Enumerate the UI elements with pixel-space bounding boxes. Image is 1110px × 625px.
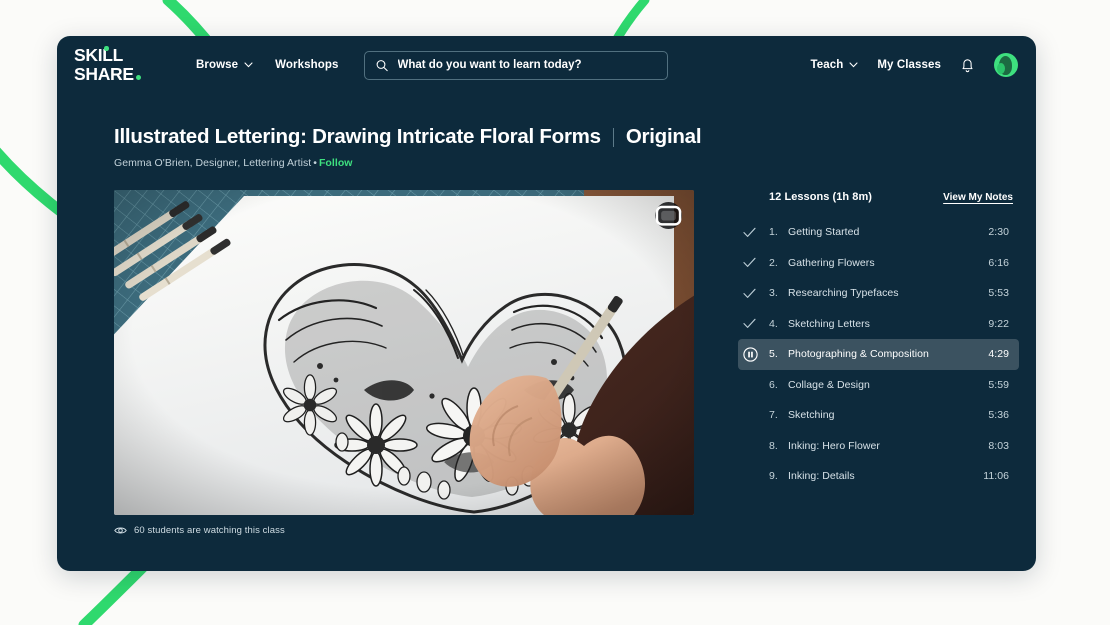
logo-line-1: Skill	[74, 45, 124, 65]
pause-icon[interactable]	[738, 347, 769, 362]
secondary-nav: Teach My Classes	[810, 53, 1018, 77]
lesson-duration: 8:03	[988, 439, 1009, 452]
video-column: 60 students are watching this class	[114, 190, 694, 536]
nav-item-teach[interactable]: Teach	[810, 59, 858, 71]
picture-in-picture-icon	[655, 205, 682, 226]
media-and-lessons: 60 students are watching this class 12 L…	[114, 190, 1019, 536]
lesson-number: 7.	[769, 409, 778, 422]
eye-icon	[114, 527, 127, 534]
lessons-count: 12 Lessons (1h 8m)	[769, 191, 872, 203]
logo-period-icon	[135, 74, 141, 80]
lesson-number: 6.	[769, 378, 778, 391]
lesson-title: Sketching	[788, 409, 835, 422]
lesson-row[interactable]: 9. Inking: Details 11:06	[738, 461, 1019, 492]
lesson-duration: 9:22	[988, 317, 1009, 330]
lesson-row[interactable]: 6. Collage & Design 5:59	[738, 370, 1019, 401]
check-icon	[738, 318, 769, 329]
nav-item-workshops[interactable]: Workshops	[275, 59, 338, 71]
lesson-number: 4.	[769, 317, 778, 330]
logo-dot-icon	[104, 46, 109, 51]
nav-item-browse[interactable]: Browse	[196, 59, 253, 71]
nav-item-my-classes[interactable]: My Classes	[877, 59, 941, 71]
lesson-row[interactable]: 1. Getting Started 2:30	[738, 217, 1019, 248]
lesson-row[interactable]: 7. Sketching 5:36	[738, 400, 1019, 431]
logo-line-2: share	[74, 65, 156, 84]
lesson-number: 8.	[769, 439, 778, 452]
lesson-row-active[interactable]: 5. Photographing & Composition 4:29	[738, 339, 1019, 370]
lesson-number: 2.	[769, 256, 778, 269]
lesson-title: Photographing & Composition	[788, 348, 929, 361]
chevron-down-icon	[244, 62, 253, 68]
lesson-title: Getting Started	[788, 226, 860, 239]
lesson-title: Collage & Design	[788, 378, 870, 391]
primary-nav: Browse Workshops	[196, 59, 338, 71]
watching-text: 60 students are watching this class	[134, 525, 285, 536]
lesson-row[interactable]: 3. Researching Typefaces 5:53	[738, 278, 1019, 309]
lesson-title: Inking: Hero Flower	[788, 439, 880, 452]
view-my-notes-link[interactable]: View My Notes	[943, 192, 1013, 203]
site-header: Skill share Browse Workshops Teach	[57, 36, 1036, 94]
nav-item-my-classes-label: My Classes	[877, 59, 941, 71]
chevron-down-icon	[849, 62, 858, 68]
title-divider	[612, 127, 614, 147]
lesson-duration: 6:16	[988, 256, 1009, 269]
search-icon	[377, 59, 389, 71]
lesson-title: Researching Typefaces	[788, 287, 899, 300]
lesson-row[interactable]: 2. Gathering Flowers 6:16	[738, 248, 1019, 279]
nav-item-browse-label: Browse	[196, 59, 239, 71]
lesson-duration: 4:29	[988, 348, 1009, 361]
check-icon	[738, 257, 769, 268]
notification-bell-icon[interactable]	[960, 57, 975, 74]
lesson-number: 9.	[769, 470, 778, 483]
lesson-title: Sketching Letters	[788, 317, 870, 330]
lesson-title: Gathering Flowers	[788, 256, 875, 269]
lesson-number: 1.	[769, 226, 778, 239]
nav-item-teach-label: Teach	[810, 59, 844, 71]
author-byline: Gemma O'Brien, Designer, Lettering Artis…	[114, 157, 1019, 169]
search-bar[interactable]	[364, 50, 669, 80]
lesson-duration: 2:30	[988, 226, 1009, 239]
lesson-duration: 5:53	[988, 287, 1009, 300]
lessons-panel: 12 Lessons (1h 8m) View My Notes 1. Gett…	[694, 190, 1019, 536]
check-icon	[738, 288, 769, 299]
byline-bullet: •	[313, 157, 317, 169]
main-content: Illustrated Lettering: Drawing Intricate…	[57, 125, 1036, 536]
follow-button[interactable]: Follow	[319, 157, 353, 169]
lesson-duration: 11:06	[983, 470, 1009, 483]
check-icon	[738, 227, 769, 238]
lesson-duration: 5:59	[988, 378, 1009, 391]
lesson-number: 5.	[769, 348, 778, 361]
lesson-duration: 5:36	[988, 409, 1009, 422]
lesson-title: Inking: Details	[788, 470, 855, 483]
nav-item-workshops-label: Workshops	[275, 59, 339, 71]
page-title: Illustrated Lettering: Drawing Intricate…	[114, 125, 601, 148]
lesson-row[interactable]: 4. Sketching Letters 9:22	[738, 309, 1019, 340]
lesson-row[interactable]: 8. Inking: Hero Flower 8:03	[738, 431, 1019, 462]
user-avatar[interactable]	[994, 53, 1018, 77]
video-player[interactable]	[114, 190, 694, 515]
lessons-header: 12 Lessons (1h 8m) View My Notes	[738, 191, 1019, 203]
lesson-number: 3.	[769, 287, 778, 300]
original-badge: Original	[625, 125, 702, 148]
page-title-row: Illustrated Lettering: Drawing Intricate…	[114, 125, 1019, 149]
skillshare-app-card: Skill share Browse Workshops Teach	[57, 36, 1036, 571]
search-input[interactable]	[397, 59, 657, 71]
author-name: Gemma O'Brien, Designer, Lettering Artis…	[114, 157, 312, 169]
video-thumbnail	[114, 190, 694, 515]
picture-in-picture-button[interactable]	[655, 202, 682, 229]
watching-status: 60 students are watching this class	[114, 525, 694, 536]
skillshare-logo[interactable]: Skill share	[74, 45, 156, 84]
